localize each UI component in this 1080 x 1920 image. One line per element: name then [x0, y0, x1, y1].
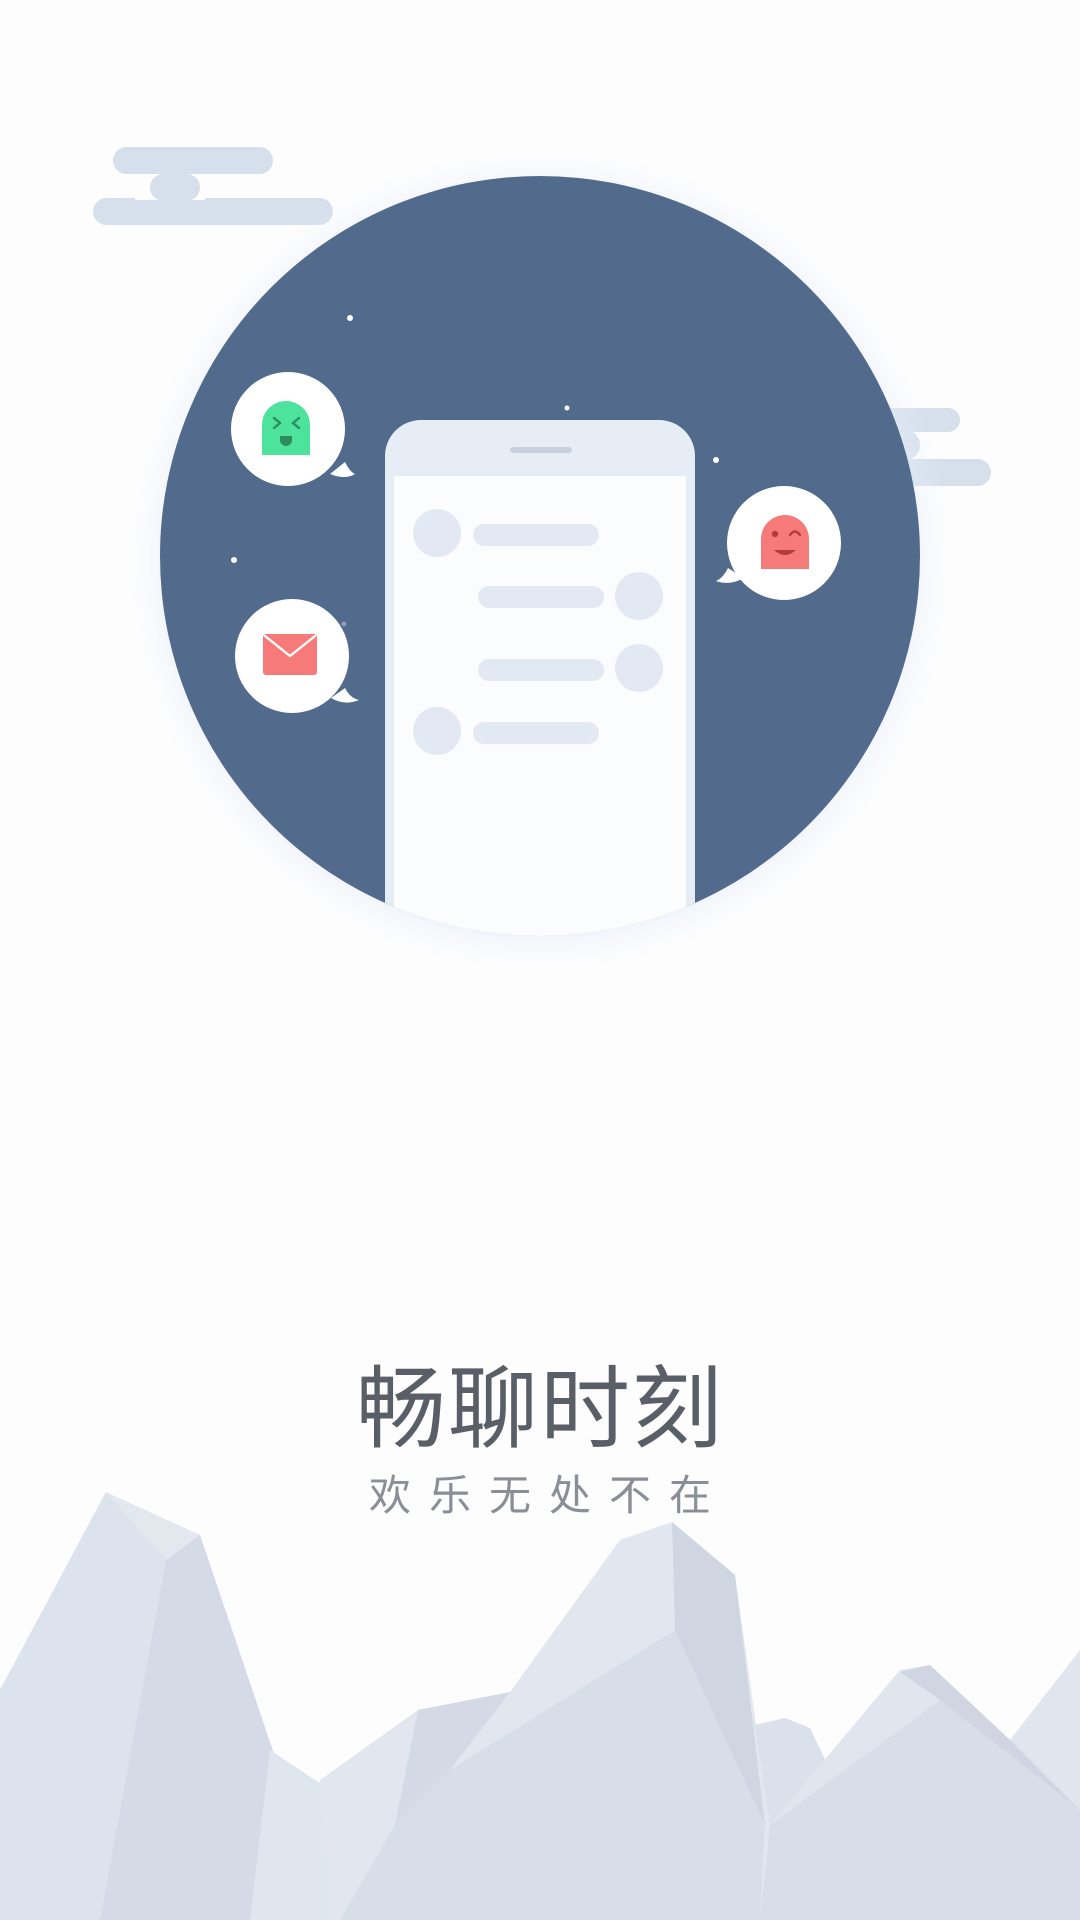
chat-phone-icon [385, 420, 695, 936]
cloud-left [93, 147, 333, 225]
splash-illustration [93, 147, 991, 970]
splash-title: 畅聊时刻 [356, 1357, 724, 1462]
splash-subtitle: 欢乐无处不在 [368, 1471, 729, 1520]
